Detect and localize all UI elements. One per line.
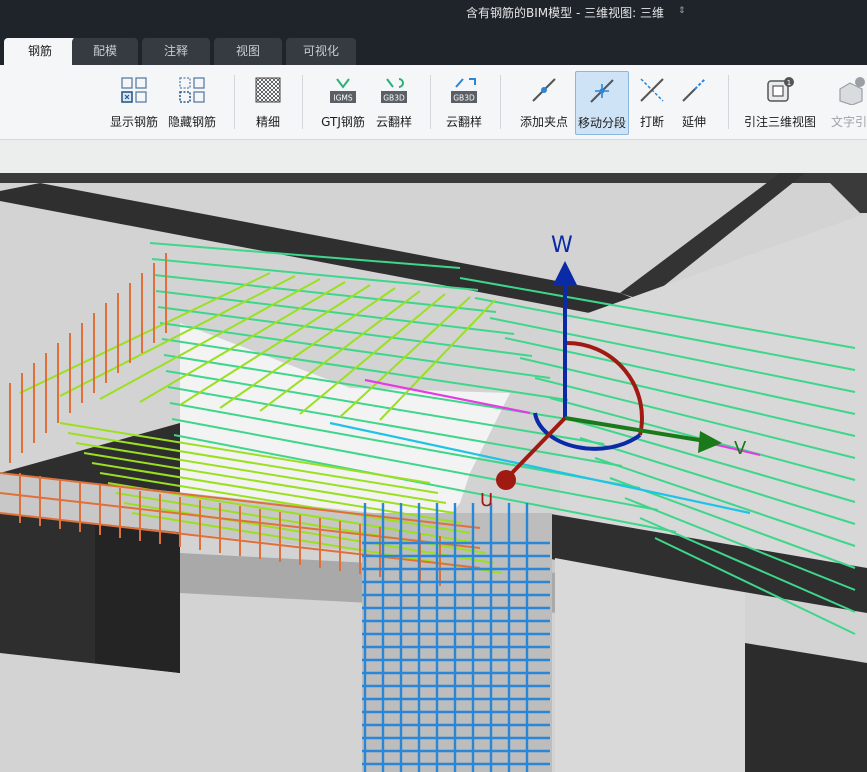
ribbon-panel: 显示钢筋 隐藏钢筋 精细 IGMS GTJ钢筋 GB3D 云翻样 GB3D 云翻… <box>0 65 867 140</box>
cloud-detailing-icon: GB3D <box>381 78 407 103</box>
tab-label: 注释 <box>163 44 188 58</box>
text-annotation-button[interactable]: 文字引注 <box>825 71 867 133</box>
ribbon-tab-bar: 钢筋 配模 注释 视图 可视化 <box>0 38 867 65</box>
hide-rebar-icon <box>179 77 205 103</box>
ribbon-separator <box>430 75 431 129</box>
tab-label: 可视化 <box>302 44 339 58</box>
axis-label-u: U <box>480 490 493 511</box>
break-icon <box>640 78 664 102</box>
central-column <box>362 513 552 772</box>
fine-detail-icon <box>255 77 281 103</box>
button-label: 延伸 <box>681 115 706 129</box>
text-annotation-icon <box>839 77 865 105</box>
ribbon-separator <box>302 75 303 129</box>
chevron-updown-icon[interactable]: ⇕ <box>678 6 686 16</box>
model-canvas[interactable]: W V U <box>0 173 867 772</box>
button-label: 显示钢筋 <box>109 115 158 129</box>
gtj-rebar-button[interactable]: IGMS GTJ钢筋 <box>316 71 370 133</box>
tab-label: 钢筋 <box>27 44 52 58</box>
tab-view[interactable]: 视图 <box>214 38 282 65</box>
add-grip-button[interactable]: 添加夹点 <box>516 71 572 133</box>
button-label: 移动分段 <box>577 116 626 130</box>
move-segment-button[interactable]: 移动分段 <box>575 71 629 135</box>
button-label: 隐藏钢筋 <box>167 115 216 129</box>
svg-text:GB3D: GB3D <box>453 94 475 103</box>
options-bar <box>0 140 867 173</box>
annotate-3d-view-icon: 1 <box>767 77 794 102</box>
right-lower-wall <box>555 558 745 772</box>
button-label: 文字引注 <box>830 115 867 129</box>
cloud-detailing-icon: GB3D <box>451 78 477 103</box>
3d-viewport[interactable]: W V U <box>0 173 867 772</box>
hide-rebar-button[interactable]: 隐藏钢筋 <box>166 71 218 133</box>
ribbon-separator <box>234 75 235 129</box>
show-rebar-icon <box>121 77 147 103</box>
window-title: 含有钢筋的BIM模型 - 三维视图: 三维 <box>466 6 664 20</box>
tab-label: 配模 <box>92 44 117 58</box>
button-label: 云翻样 <box>445 115 482 129</box>
cloud-detailing-button[interactable]: GB3D 云翻样 <box>372 71 416 133</box>
button-label: 云翻样 <box>375 115 412 129</box>
svg-text:GB3D: GB3D <box>383 94 405 103</box>
button-label: GTJ钢筋 <box>321 115 365 129</box>
tab-rebar[interactable]: 钢筋 <box>4 38 76 65</box>
ribbon-separator <box>500 75 501 129</box>
tab-formwork[interactable]: 配模 <box>72 38 138 65</box>
extend-icon <box>682 78 706 102</box>
cloud-detailing-button-2[interactable]: GB3D 云翻样 <box>442 71 486 133</box>
annotate-3d-view-button[interactable]: 1 引注三维视图 <box>740 71 820 133</box>
add-grip-icon <box>532 78 556 102</box>
show-rebar-button[interactable]: 显示钢筋 <box>108 71 160 133</box>
ribbon-separator <box>728 75 729 129</box>
extend-button[interactable]: 延伸 <box>672 71 716 133</box>
fine-detail-button[interactable]: 精细 <box>248 71 288 133</box>
tab-annotation[interactable]: 注释 <box>142 38 210 65</box>
back-beam <box>0 173 867 183</box>
button-label: 精细 <box>255 115 280 129</box>
button-label: 引注三维视图 <box>743 115 816 129</box>
svg-text:IGMS: IGMS <box>333 94 352 103</box>
axis-label-v: V <box>734 438 747 459</box>
svg-text:1: 1 <box>787 79 791 87</box>
title-bar: 含有钢筋的BIM模型 - 三维视图: 三维 ⇕ <box>0 0 867 38</box>
tab-label: 视图 <box>235 44 260 58</box>
move-segment-icon <box>590 79 614 103</box>
axis-label-w: W <box>551 233 573 258</box>
gtj-rebar-icon: IGMS <box>330 78 356 103</box>
tab-visualization[interactable]: 可视化 <box>286 38 356 65</box>
button-label: 添加夹点 <box>519 115 568 129</box>
right-lower-column <box>745 643 867 772</box>
button-label: 打断 <box>639 115 664 129</box>
break-button[interactable]: 打断 <box>630 71 674 133</box>
gizmo-handle-u[interactable] <box>496 470 516 490</box>
